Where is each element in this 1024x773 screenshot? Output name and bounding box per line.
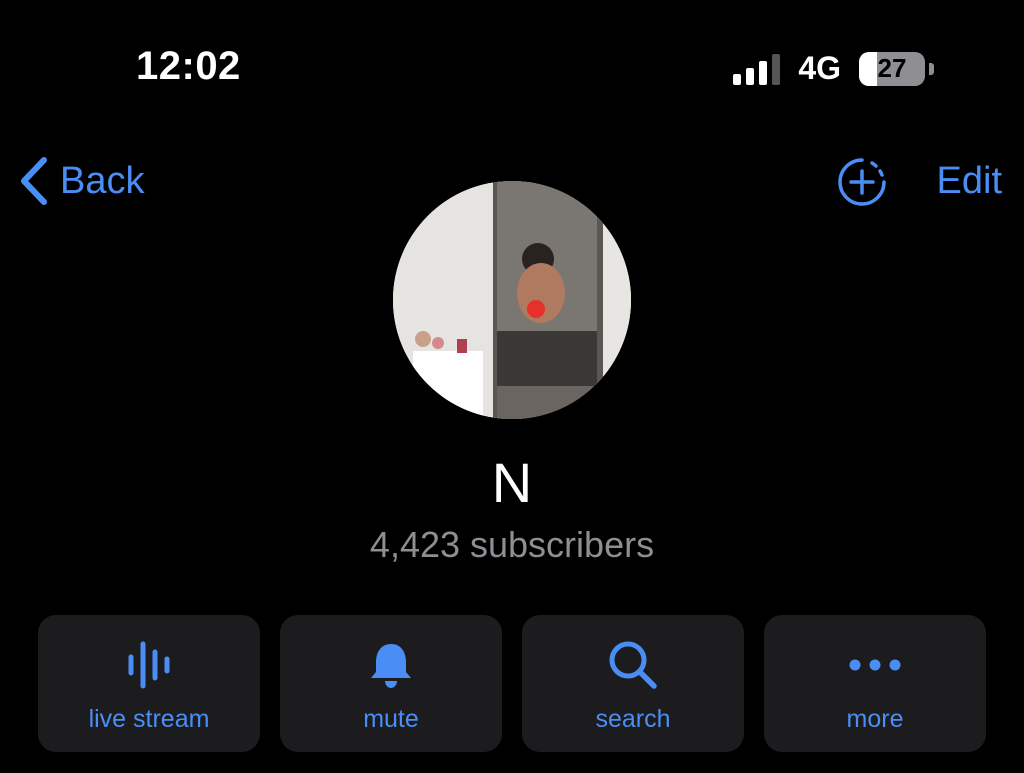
channel-avatar[interactable]	[393, 181, 631, 419]
action-buttons: live stream mute search more	[38, 615, 986, 752]
add-circle-dashed-icon	[838, 158, 886, 206]
mute-label: mute	[363, 705, 419, 733]
signal-icon	[733, 53, 781, 85]
live-stream-icon	[125, 639, 173, 691]
subscriber-count: 4,423 subscribers	[369, 524, 655, 565]
status-indicators: 4G 27	[733, 50, 934, 87]
more-button[interactable]: more	[764, 615, 986, 752]
add-story-button[interactable]	[836, 156, 888, 208]
bell-icon	[367, 639, 415, 691]
battery-icon: 27	[859, 51, 925, 86]
status-time: 12:02	[136, 44, 241, 88]
network-label: 4G	[798, 50, 841, 86]
battery-cap	[929, 62, 934, 75]
search-label: search	[595, 705, 671, 733]
live-stream-label: live stream	[88, 705, 210, 733]
mute-button[interactable]: mute	[280, 615, 502, 752]
channel-name: N	[491, 451, 533, 514]
back-button[interactable]: Back	[18, 156, 144, 206]
more-label: more	[846, 705, 904, 733]
edit-button[interactable]: Edit	[937, 160, 1002, 203]
back-label: Back	[60, 159, 145, 202]
avatar-photo	[393, 181, 631, 419]
search-button[interactable]: search	[522, 615, 744, 752]
search-icon	[607, 639, 659, 691]
ellipsis-icon	[847, 639, 903, 691]
chevron-left-icon	[21, 157, 47, 205]
channel-profile-screen: 12:02 4G 27 Back Edit N 4,423 subscriber…	[0, 0, 1024, 773]
battery-percent: 27	[877, 53, 907, 83]
live-stream-button[interactable]: live stream	[38, 615, 260, 752]
